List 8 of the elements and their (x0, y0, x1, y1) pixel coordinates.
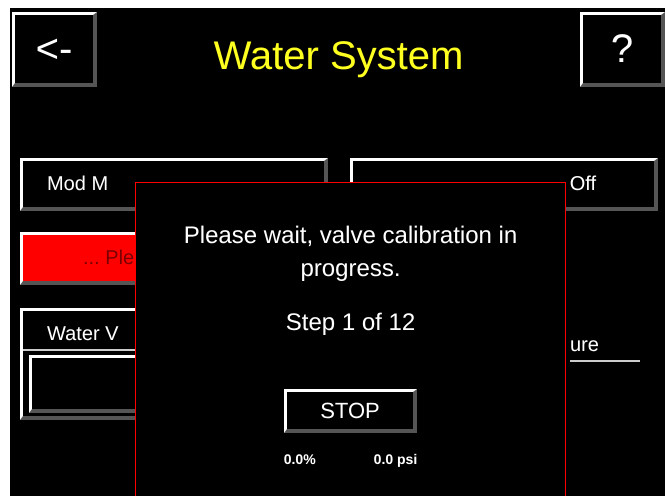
back-button[interactable]: <- (12, 12, 97, 87)
pressure-reading: 0.0 psi (374, 450, 418, 469)
stop-button[interactable]: STOP (284, 389, 417, 433)
help-button[interactable]: ? (580, 12, 665, 87)
dialog-message: Please wait, valve calibration in progress. (182, 221, 518, 284)
percent-reading: 0.0% (284, 450, 316, 469)
pressure-label: ure (570, 330, 640, 362)
window-title: Water System (214, 33, 464, 80)
